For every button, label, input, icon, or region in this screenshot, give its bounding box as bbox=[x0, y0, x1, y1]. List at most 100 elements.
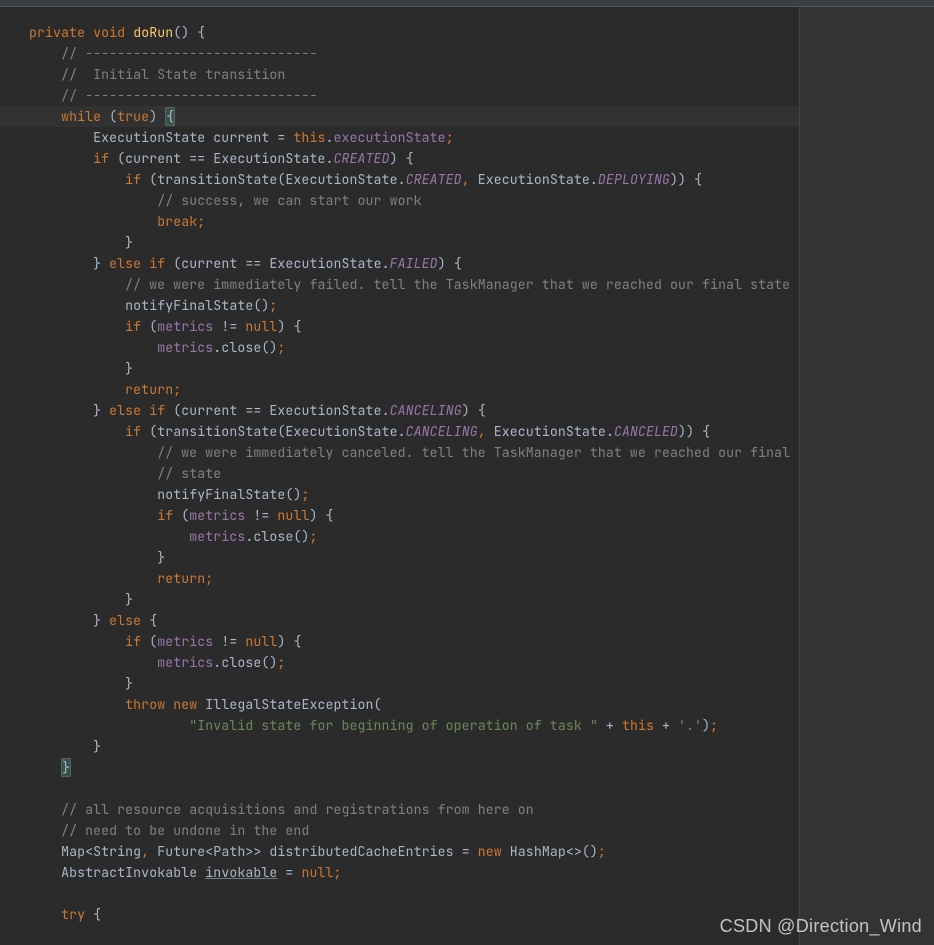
code-line[interactable]: AbstractInvokable invokable = null; bbox=[0, 862, 799, 883]
code-line[interactable]: if (transitionState(ExecutionState.CANCE… bbox=[0, 421, 799, 442]
enum-const: CANCELING bbox=[406, 423, 478, 440]
code-line-empty[interactable] bbox=[0, 778, 799, 799]
comment: // we were immediately failed. tell the … bbox=[125, 276, 790, 293]
code-line[interactable]: metrics.close(); bbox=[0, 337, 799, 358]
keyword: while bbox=[61, 108, 101, 125]
code-line[interactable]: // state bbox=[0, 463, 799, 484]
keyword: private bbox=[29, 24, 85, 41]
code-line[interactable]: return; bbox=[0, 568, 799, 589]
code-line[interactable]: } bbox=[0, 358, 799, 379]
enum-const: CREATED bbox=[406, 171, 462, 188]
keyword: null bbox=[245, 633, 277, 650]
keyword: else bbox=[109, 402, 141, 419]
field: executionState bbox=[334, 129, 446, 146]
code-line[interactable]: // ----------------------------- bbox=[0, 85, 799, 106]
code-line[interactable]: } bbox=[0, 547, 799, 568]
code-line[interactable]: return; bbox=[0, 379, 799, 400]
field: metrics bbox=[157, 318, 213, 335]
keyword: try bbox=[61, 906, 85, 923]
code-line[interactable]: Map<String, Future<Path>> distributedCac… bbox=[0, 841, 799, 862]
keyword: if bbox=[125, 318, 141, 335]
code-line[interactable]: private void doRun() { bbox=[0, 22, 799, 43]
editor-topbar bbox=[0, 0, 934, 7]
keyword: null bbox=[301, 864, 333, 881]
keyword: break bbox=[157, 213, 197, 230]
enum-const: CANCELED bbox=[614, 423, 678, 440]
punct: () { bbox=[173, 24, 205, 41]
keyword: if bbox=[149, 255, 165, 272]
code-line[interactable]: metrics.close(); bbox=[0, 652, 799, 673]
code-line[interactable]: break; bbox=[0, 211, 799, 232]
variable-underlined: invokable bbox=[205, 864, 277, 881]
comment: // need to be undone in the end bbox=[61, 822, 309, 839]
comment: // we were immediately canceled. tell th… bbox=[157, 444, 790, 461]
keyword: if bbox=[125, 633, 141, 650]
code-line[interactable]: } bbox=[0, 673, 799, 694]
brace-close-matched: } bbox=[61, 758, 71, 777]
code-line[interactable]: } bbox=[0, 757, 799, 778]
code-line-empty[interactable] bbox=[0, 883, 799, 904]
keyword: else bbox=[109, 612, 141, 629]
code-line[interactable]: if (metrics != null) { bbox=[0, 631, 799, 652]
comment: // state bbox=[157, 465, 221, 482]
enum-const: CANCELING bbox=[390, 402, 462, 419]
code-line[interactable]: if (metrics != null) { bbox=[0, 505, 799, 526]
code-line[interactable]: metrics.close(); bbox=[0, 526, 799, 547]
code-line[interactable]: notifyFinalState(); bbox=[0, 484, 799, 505]
keyword: if bbox=[125, 423, 141, 440]
keyword: if bbox=[125, 171, 141, 188]
code-line[interactable]: // need to be undone in the end bbox=[0, 820, 799, 841]
string: '.' bbox=[678, 717, 702, 734]
editor-wrap: private void doRun() { // --------------… bbox=[0, 7, 934, 945]
keyword: return bbox=[157, 570, 205, 587]
code-line[interactable]: try { bbox=[0, 904, 799, 925]
enum-const: FAILED bbox=[390, 255, 438, 272]
code-line[interactable]: // Initial State transition bbox=[0, 64, 799, 85]
code-line[interactable]: ExecutionState current = this.executionS… bbox=[0, 127, 799, 148]
keyword: void bbox=[93, 24, 125, 41]
code-line-current[interactable]: while (true) { bbox=[0, 106, 799, 127]
code-line[interactable]: // we were immediately canceled. tell th… bbox=[0, 442, 799, 463]
method-name: doRun bbox=[133, 24, 173, 41]
enum-const: CREATED bbox=[334, 150, 390, 167]
code-line[interactable]: if (metrics != null) { bbox=[0, 316, 799, 337]
keyword: true bbox=[117, 108, 149, 125]
code-line[interactable]: } bbox=[0, 736, 799, 757]
code-line[interactable]: if (transitionState(ExecutionState.CREAT… bbox=[0, 169, 799, 190]
keyword: else bbox=[109, 255, 141, 272]
code-area[interactable]: private void doRun() { // --------------… bbox=[0, 7, 799, 945]
right-gutter[interactable] bbox=[799, 7, 934, 945]
code-line[interactable]: } else if (current == ExecutionState.FAI… bbox=[0, 253, 799, 274]
code-line[interactable]: notifyFinalState(); bbox=[0, 295, 799, 316]
code-line[interactable]: if (current == ExecutionState.CREATED) { bbox=[0, 148, 799, 169]
field: metrics bbox=[157, 633, 213, 650]
code-line[interactable]: // we were immediately failed. tell the … bbox=[0, 274, 799, 295]
keyword: if bbox=[93, 150, 109, 167]
field: metrics bbox=[189, 528, 245, 545]
comment: // Initial State transition bbox=[61, 66, 285, 83]
keyword: this bbox=[622, 717, 654, 734]
keyword: throw bbox=[125, 696, 165, 713]
code-line[interactable]: } else if (current == ExecutionState.CAN… bbox=[0, 400, 799, 421]
comment: // ----------------------------- bbox=[61, 45, 317, 62]
code-line[interactable]: } bbox=[0, 232, 799, 253]
comment: // all resource acquisitions and registr… bbox=[61, 801, 534, 818]
field: metrics bbox=[157, 654, 213, 671]
field: metrics bbox=[189, 507, 245, 524]
code-line[interactable]: } bbox=[0, 589, 799, 610]
keyword: null bbox=[277, 507, 309, 524]
keyword: new bbox=[173, 696, 197, 713]
code-line[interactable]: } else { bbox=[0, 610, 799, 631]
code-line[interactable]: throw new IllegalStateException( bbox=[0, 694, 799, 715]
code-line[interactable]: // success, we can start our work bbox=[0, 190, 799, 211]
code-line[interactable]: "Invalid state for beginning of operatio… bbox=[0, 715, 799, 736]
watermark: CSDN @Direction_Wind bbox=[720, 916, 922, 937]
keyword: new bbox=[478, 843, 502, 860]
enum-const: DEPLOYING bbox=[598, 171, 670, 188]
code-line[interactable]: // ----------------------------- bbox=[0, 43, 799, 64]
field: metrics bbox=[157, 339, 213, 356]
keyword: if bbox=[157, 507, 173, 524]
comment: // ----------------------------- bbox=[61, 87, 317, 104]
keyword: this bbox=[293, 129, 325, 146]
code-line[interactable]: // all resource acquisitions and registr… bbox=[0, 799, 799, 820]
